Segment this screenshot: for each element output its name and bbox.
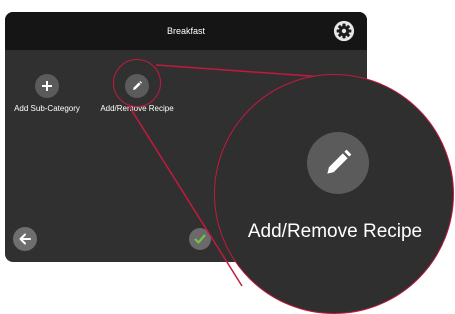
confirm-button[interactable]: [189, 228, 211, 250]
gear-icon: [333, 20, 355, 42]
zoom-icon-circle: [307, 132, 369, 194]
pencil-icon: [133, 81, 142, 90]
zoom-callout: Add/Remove Recipe: [214, 74, 454, 314]
add-sub-category-label: Add Sub-Category: [14, 104, 80, 113]
zoom-callout-label: Add/Remove Recipe: [247, 221, 423, 242]
page-title: Breakfast: [166, 26, 206, 36]
add-remove-recipe-button[interactable]: Add/Remove Recipe: [82, 74, 192, 113]
plus-icon: [42, 81, 52, 91]
pencil-icon: [327, 149, 352, 174]
add-sub-category-icon-circle: [35, 74, 59, 98]
title-bar: Breakfast: [5, 12, 367, 50]
back-button[interactable]: [13, 227, 37, 251]
add-remove-recipe-label: Add/Remove Recipe: [100, 104, 174, 113]
check-icon: [194, 234, 206, 244]
arrow-left-icon: [19, 233, 31, 245]
settings-button[interactable]: [333, 20, 355, 42]
add-remove-recipe-icon-circle: [125, 74, 149, 98]
